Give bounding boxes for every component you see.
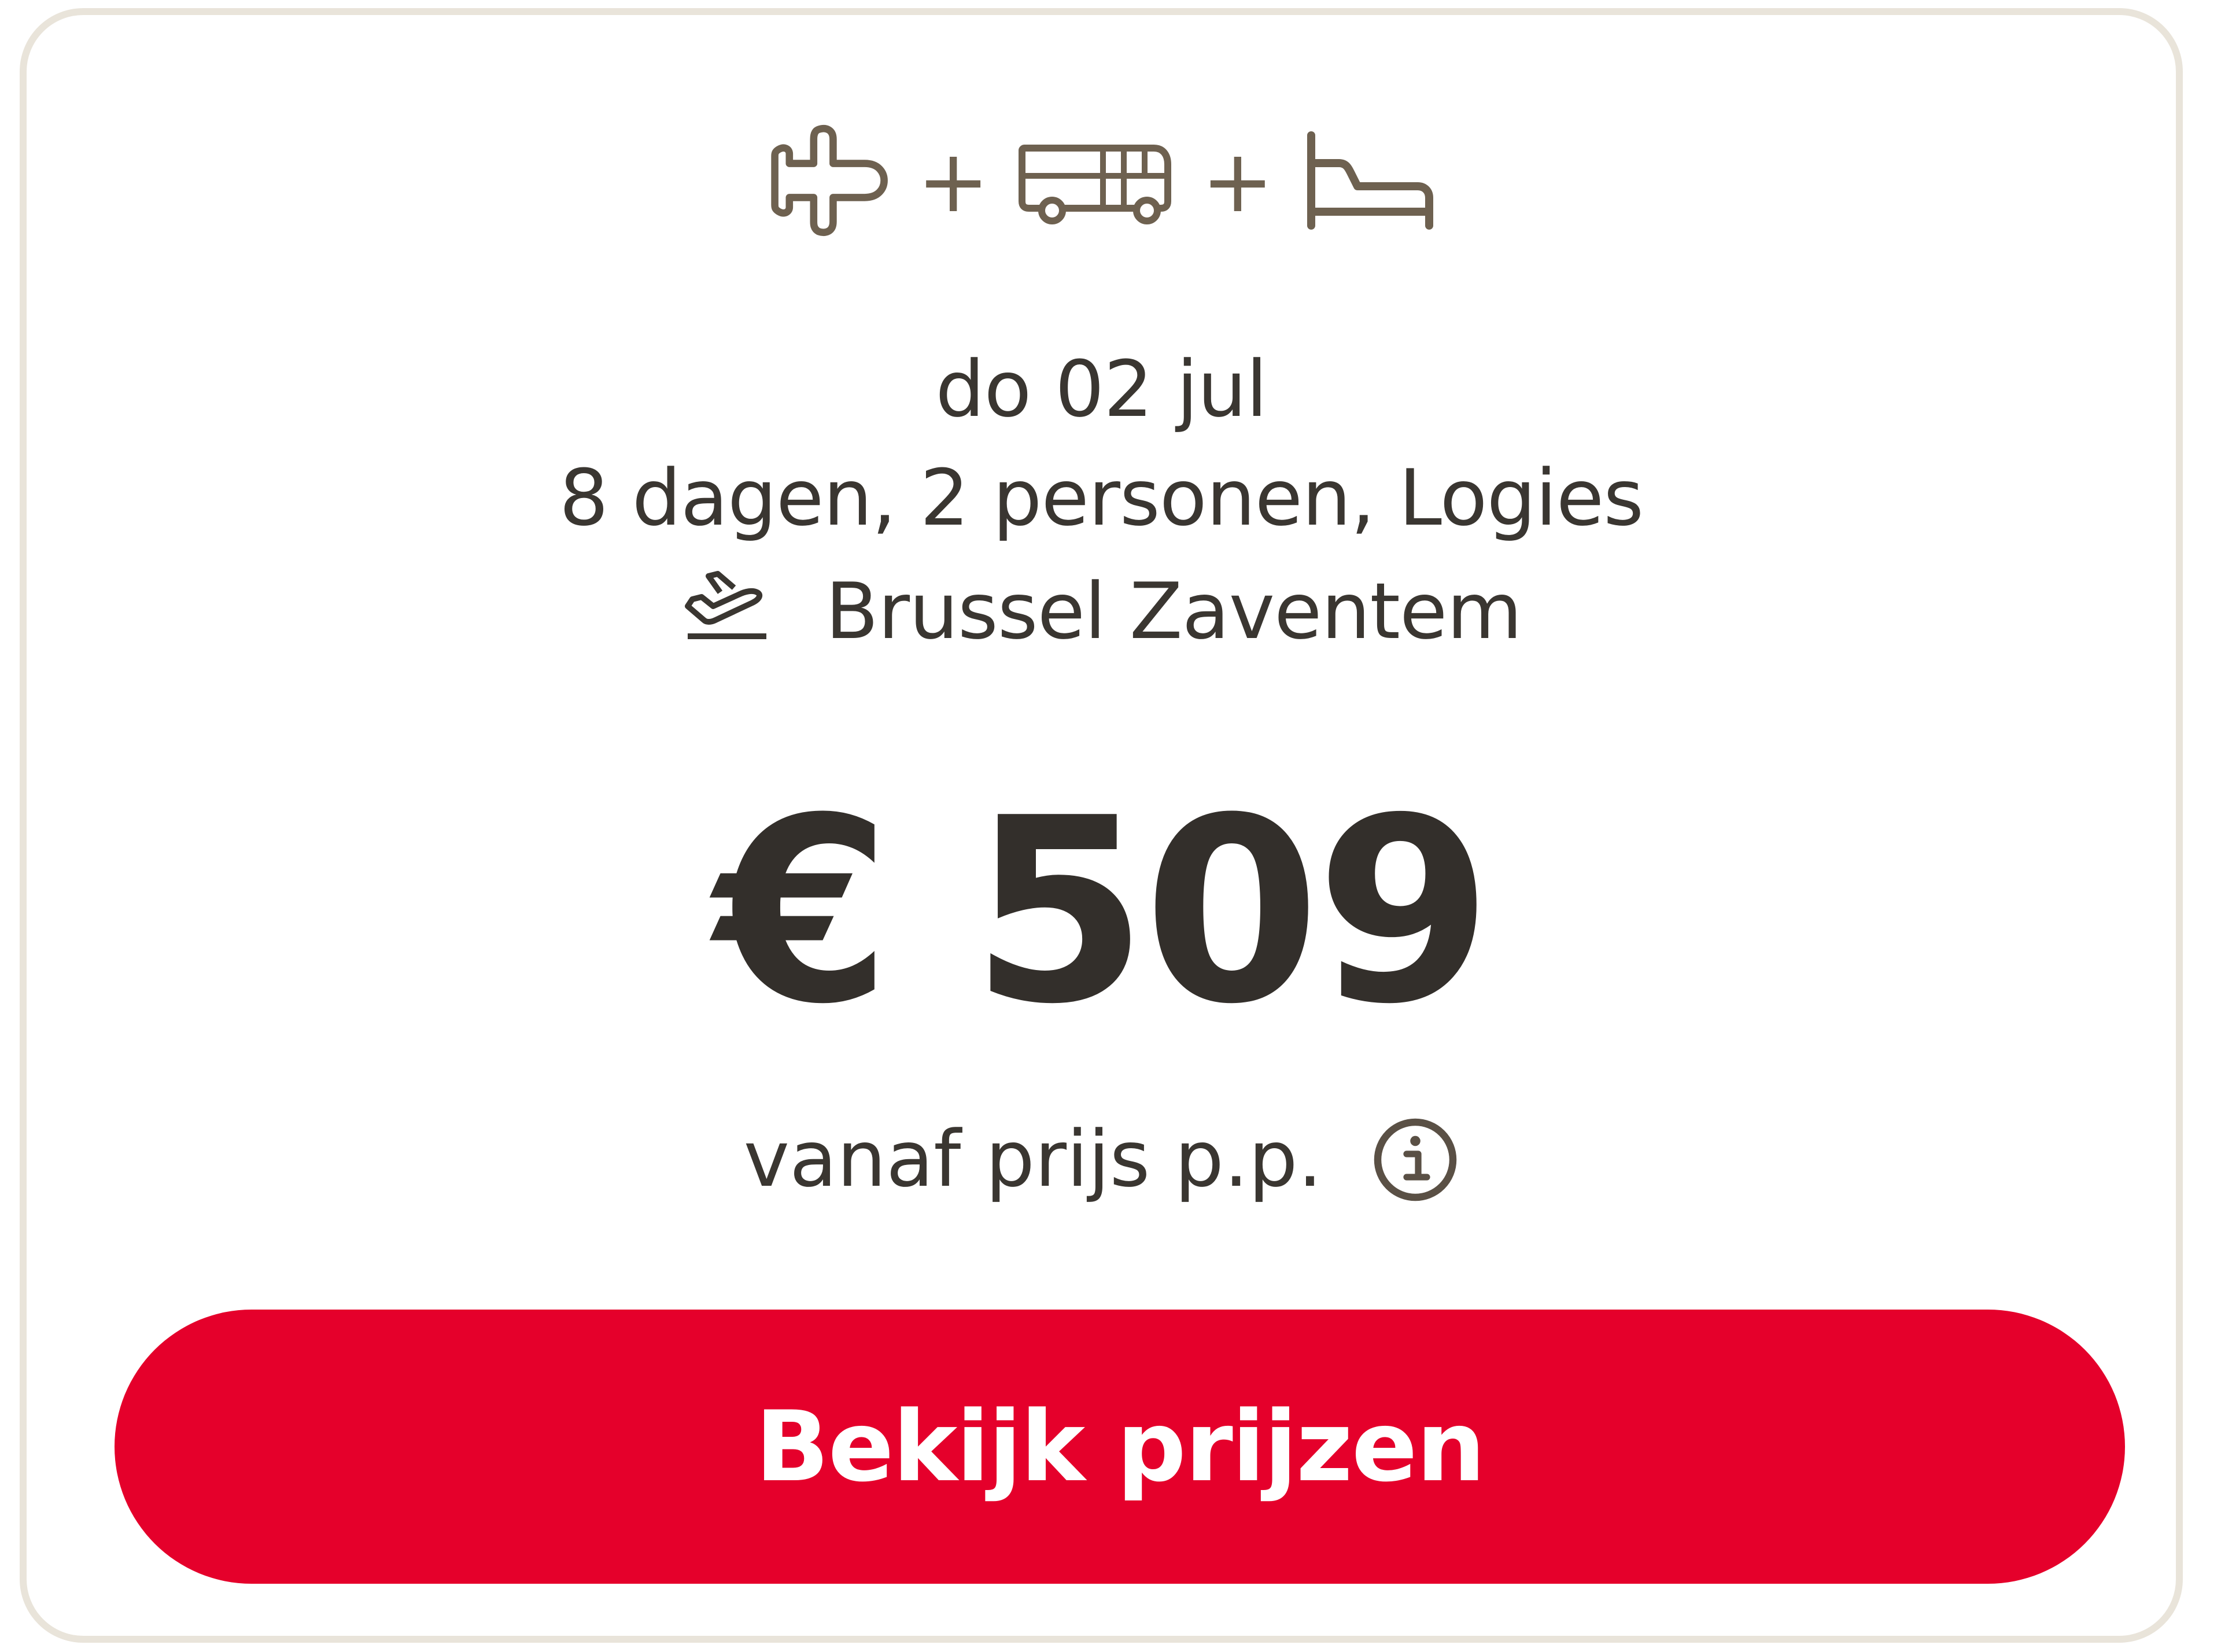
departure-airport-label: Brussel Zaventem [825, 566, 1522, 657]
plane-icon [768, 120, 889, 244]
view-prices-button[interactable]: Bekijk prijzen [115, 1310, 2125, 1584]
price-label-row: vanaf prijs p.p. [27, 1102, 2176, 1215]
plane-departure-icon [681, 565, 773, 658]
plus-separator: + [917, 131, 990, 232]
info-icon[interactable] [1372, 1116, 1459, 1215]
plus-separator: + [1201, 131, 1274, 232]
departure-date: do 02 jul [935, 344, 1267, 434]
package-components: + + [27, 112, 2176, 251]
bed-icon [1302, 128, 1435, 235]
offer-card: + + do 02 jul 8 dagen, 2 personen, Logie… [20, 8, 2183, 1643]
trip-details: 8 dagen, 2 personen, Logies [559, 453, 1644, 543]
bus-icon [1017, 134, 1174, 229]
price-amount: € 509 [714, 764, 1493, 1060]
price-label: vanaf prijs p.p. [743, 1113, 1323, 1204]
departure-airport-row: Brussel Zaventem [27, 565, 2176, 658]
